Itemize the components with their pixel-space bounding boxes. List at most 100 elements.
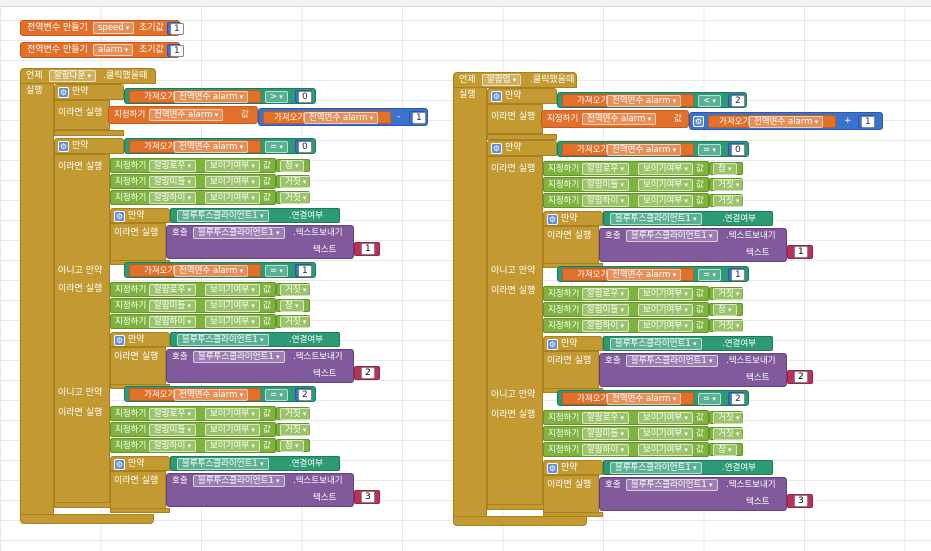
boolean-block[interactable]: 참 [276,439,310,452]
text-string-block[interactable]: 1 [354,242,380,256]
boolean-block[interactable]: 거짓 [276,283,312,296]
if-block[interactable]: ⚙ 만약 [54,84,124,100]
operator-field[interactable]: = [698,393,721,405]
set-visible-block[interactable]: 지정하기알람하이보이기여부값 [543,193,709,208]
component-field[interactable]: 알람하이 [149,192,197,204]
gear-icon[interactable]: ⚙ [491,143,502,154]
property-field[interactable]: 보이기여부 [205,408,260,420]
send-text-call-block[interactable]: 호출블루투스클라이언트1.텍스트보내기텍스트 [599,353,787,387]
init-value[interactable]: 1 [170,23,184,35]
gear-icon[interactable]: ⚙ [114,211,125,222]
property-field[interactable]: 보이기여부 [205,160,260,172]
set-visible-block[interactable]: 지정하기알람로우보이기여부값 [110,158,276,173]
gear-icon[interactable]: ⚙ [58,87,69,98]
get-global-block[interactable]: 가져오기 전역변수 alarm [562,392,694,405]
component-field[interactable]: 알람하이 [582,195,630,207]
boolean-block[interactable]: 참 [709,443,743,456]
component-field[interactable]: 알람로우 [149,284,197,296]
get-global-block[interactable]: 가져오기 전역변수 alarm [129,388,261,401]
set-visible-block[interactable]: 지정하기알람미들보이기여부값 [543,426,709,441]
if-block[interactable]: ⚙ 만약 [110,456,170,471]
global-var-alarm-block[interactable]: 전역변수 만들기 alarm 초기값 1 [20,42,184,58]
button-component-field[interactable]: 알람업 [482,74,522,86]
compare-block[interactable]: 가져오기전역변수 alarm=0 [124,138,316,154]
set-visible-block[interactable]: 지정하기알람로우보이기여부값 [543,161,709,176]
is-connected-block[interactable]: 블루투스클라이언트1.연결여부 [603,211,773,226]
property-field[interactable]: 보이기여부 [205,424,260,436]
component-field[interactable]: 알람하이 [149,440,197,452]
if-block[interactable]: ⚙ 만약 [110,332,170,347]
compare-block[interactable]: 가져오기전역변수 alarm=1 [557,266,749,282]
property-field[interactable]: 보이기여부 [638,444,693,456]
if-block[interactable]: ⚙ 만약 [110,208,170,223]
compare-block[interactable]: 가져오기 전역변수 alarm > 0 [124,88,316,104]
button-component-field[interactable]: 알람다운 [49,70,97,82]
is-connected-block[interactable]: 블루투스클라이언트1.연결여부 [603,336,773,351]
component-field[interactable]: 알람미들 [149,176,197,188]
boolean-block[interactable]: 거짓 [709,411,745,424]
boolean-block[interactable]: 참 [276,299,310,312]
operator-field[interactable]: = [265,141,288,153]
get-global-block[interactable]: 가져오기 전역변수 alarm [129,264,261,277]
component-field[interactable]: 알람미들 [582,304,630,316]
set-visible-block[interactable]: 지정하기알람미들보이기여부값 [110,174,276,189]
boolean-block[interactable]: 거짓 [709,178,745,191]
is-connected-block[interactable]: 블루투스클라이언트1.연결여부 [603,460,773,475]
send-text-call-block[interactable]: 호출블루투스클라이언트1.텍스트보내기텍스트 [599,228,787,262]
gear-icon[interactable]: ⚙ [114,335,125,346]
text-string-block[interactable]: 2 [787,370,813,384]
get-global-block[interactable]: 가져오기 전역변수 alarm [562,268,694,281]
send-text-call-block[interactable]: 호출블루투스클라이언트1.텍스트보내기텍스트 [166,225,354,259]
send-text-call-block[interactable]: 호출블루투스클라이언트1.텍스트보내기텍스트 [166,473,354,507]
get-global-block[interactable]: 가져오기 전역변수 alarm [129,140,261,153]
if-block[interactable]: ⚙ 만약 [487,140,557,156]
get-global-block[interactable]: 가져오기 전역변수 alarm [562,143,694,156]
gear-icon[interactable]: ⚙ [693,116,704,127]
component-field[interactable]: 알람하이 [149,316,197,328]
boolean-block[interactable]: 거짓 [276,315,312,328]
operator-field[interactable]: = [265,389,288,401]
if-block[interactable]: ⚙ 만약 [487,88,557,104]
set-visible-block[interactable]: 지정하기알람하이보이기여부값 [543,442,709,457]
property-field[interactable]: 보이기여부 [638,412,693,424]
boolean-block[interactable]: 거짓 [276,407,312,420]
set-visible-block[interactable]: 지정하기알람하이보이기여부값 [543,318,709,333]
operator-field[interactable]: = [698,144,721,156]
boolean-block[interactable]: 거짓 [709,287,745,300]
gear-icon[interactable]: ⚙ [547,463,558,474]
operator-field[interactable]: = [698,269,721,281]
gear-icon[interactable]: ⚙ [58,141,69,152]
property-field[interactable]: 보이기여부 [205,284,260,296]
component-field[interactable]: 알람미들 [582,428,630,440]
compare-block[interactable]: 가져오기전역변수 alarm=2 [557,390,749,406]
gear-icon[interactable]: ⚙ [114,459,125,470]
compare-block[interactable]: 가져오기 전역변수 alarm < 2 [557,92,747,108]
property-field[interactable]: 보이기여부 [638,179,693,191]
gear-icon[interactable]: ⚙ [547,339,558,350]
property-field[interactable]: 보이기여부 [638,288,693,300]
property-field[interactable]: 보이기여부 [205,300,260,312]
send-text-call-block[interactable]: 호출블루투스클라이언트1.텍스트보내기텍스트 [166,349,354,383]
set-visible-block[interactable]: 지정하기알람로우보이기여부값 [543,286,709,301]
text-string-block[interactable]: 2 [354,366,380,380]
boolean-block[interactable]: 참 [276,159,310,172]
if-block[interactable]: ⚙ 만약 [543,336,603,351]
set-visible-block[interactable]: 지정하기알람미들보이기여부값 [543,302,709,317]
operator-field[interactable]: = [265,265,288,277]
property-field[interactable]: 보이기여부 [205,192,260,204]
component-field[interactable]: 알람로우 [149,408,197,420]
set-visible-block[interactable]: 지정하기알람로우보이기여부값 [543,410,709,425]
set-global-block[interactable]: 지정하기 전역변수 alarm 값 [108,106,258,124]
component-field[interactable]: 알람미들 [582,179,630,191]
text-string-block[interactable]: 3 [354,490,380,504]
send-text-call-block[interactable]: 호출블루투스클라이언트1.텍스트보내기텍스트 [599,477,787,511]
if-block[interactable]: ⚙ 만약 [543,460,603,475]
property-field[interactable]: 보이기여부 [638,195,693,207]
compare-block[interactable]: 가져오기전역변수 alarm=1 [124,262,316,278]
global-var-speed-block[interactable]: 전역변수 만들기 speed 초기값 1 [20,20,184,36]
math-block[interactable]: ⚙ 가져오기 전역변수 alarm + 1 [689,112,883,130]
if-block[interactable]: ⚙ 만약 [54,138,124,154]
property-field[interactable]: 보이기여부 [205,316,260,328]
get-global-block[interactable]: 가져오기 전역변수 alarm [129,90,261,103]
boolean-block[interactable]: 거짓 [276,175,312,188]
